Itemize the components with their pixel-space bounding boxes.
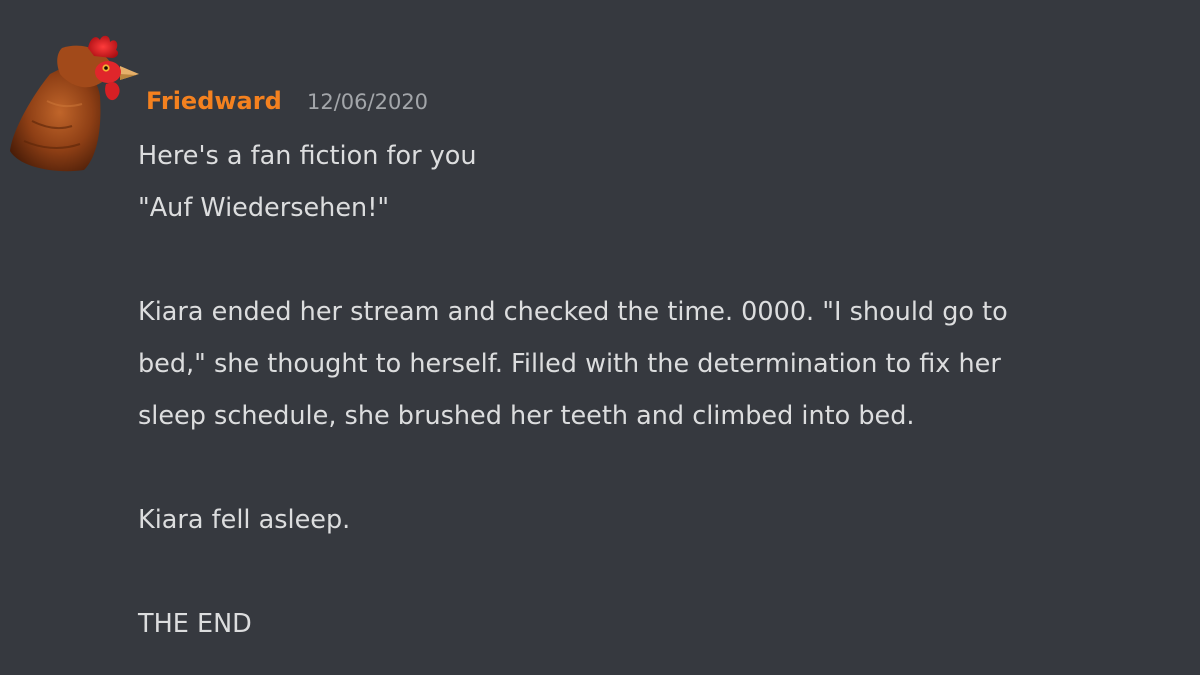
chicken-avatar-icon[interactable] [2, 26, 152, 176]
author-username[interactable]: Friedward [146, 86, 282, 116]
message-line: Here's a fan fiction for you [138, 141, 477, 171]
message-timestamp: 12/06/2020 [307, 90, 429, 114]
message-content: Here's a fan fiction for you "Auf Wieder… [138, 130, 1178, 650]
message-line: THE END [138, 609, 252, 639]
message-line: sleep schedule, she brushed her teeth an… [138, 401, 915, 431]
message-line: bed," she thought to herself. Filled wit… [138, 349, 1001, 379]
message-line: "Auf Wiedersehen!" [138, 193, 390, 223]
chat-message-view: Friedward 12/06/2020 Here's a fan fictio… [0, 0, 1200, 675]
message-line: Kiara fell asleep. [138, 505, 351, 535]
message-line: Kiara ended her stream and checked the t… [138, 297, 1008, 327]
